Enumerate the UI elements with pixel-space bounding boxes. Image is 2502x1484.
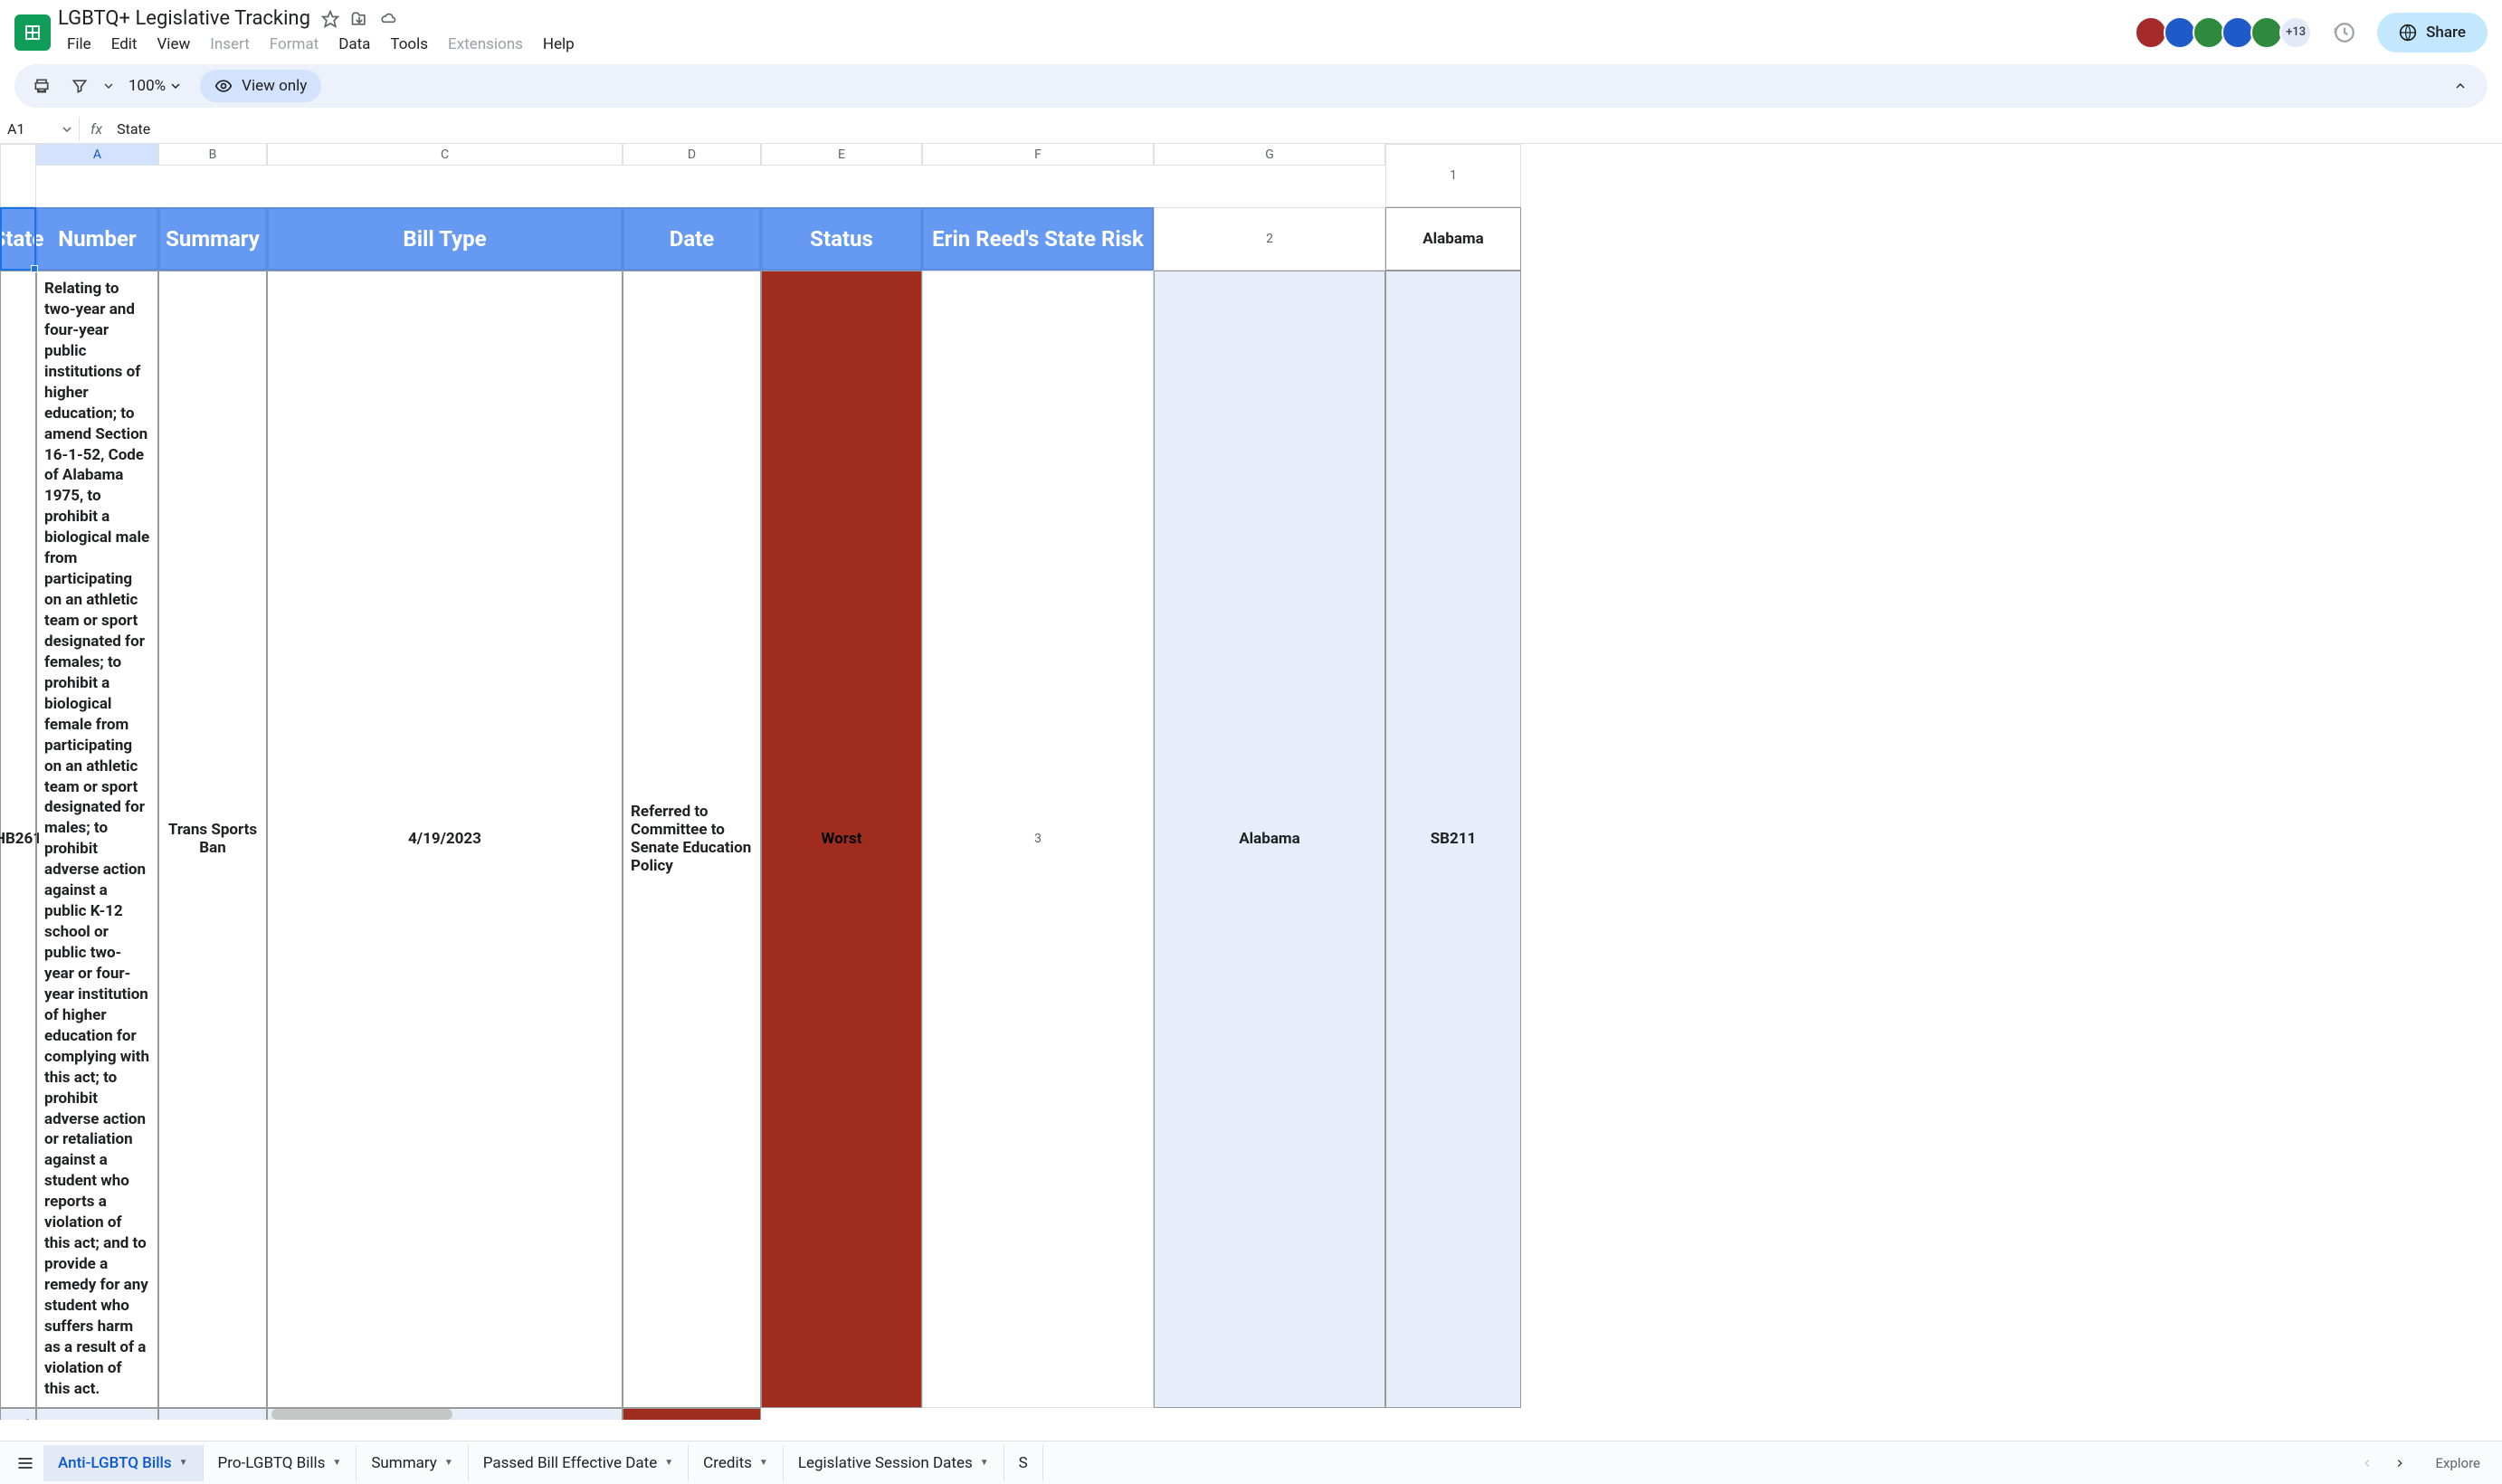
- move-icon[interactable]: [350, 10, 368, 28]
- sheet-tabs-bar: Anti-LGBTQ Bills▼Pro-LGBTQ Bills▼Summary…: [0, 1441, 2502, 1484]
- collapse-toolbar-icon[interactable]: [2444, 70, 2477, 102]
- menu-data[interactable]: Data: [329, 32, 379, 57]
- grid-container[interactable]: ABCDEFG1StateNumberSummaryBill TypeDateS…: [0, 144, 2502, 1420]
- print-icon[interactable]: [25, 70, 58, 102]
- header-cell[interactable]: Summary: [158, 207, 267, 271]
- menu-view[interactable]: View: [147, 32, 199, 57]
- view-only-badge[interactable]: View only: [200, 70, 321, 102]
- formula-input[interactable]: State: [113, 117, 2502, 141]
- header-cell[interactable]: Date: [623, 207, 761, 271]
- menu-tools[interactable]: Tools: [381, 32, 437, 57]
- tab-dropdown-icon[interactable]: ▼: [444, 1458, 453, 1468]
- data-cell[interactable]: Referred to Committee to Senate Educatio…: [623, 271, 761, 1408]
- tab-prev-icon[interactable]: [2353, 1449, 2382, 1478]
- menu-insert: Insert: [201, 32, 259, 57]
- data-cell[interactable]: 4/18/2023: [158, 1408, 267, 1420]
- sheet-tab[interactable]: Passed Bill Effective Date▼: [469, 1445, 689, 1481]
- tab-dropdown-icon[interactable]: ▼: [759, 1458, 768, 1468]
- select-all-corner[interactable]: [0, 144, 36, 207]
- horizontal-scrollbar[interactable]: [271, 1409, 452, 1420]
- avatar-more[interactable]: +13: [2279, 16, 2312, 49]
- tab-dropdown-icon[interactable]: ▼: [332, 1458, 341, 1468]
- col-header[interactable]: A: [36, 144, 158, 166]
- explore-button[interactable]: Explore: [2421, 1455, 2496, 1471]
- toolbar: 100% View only: [14, 64, 2488, 108]
- menu-extensions: Extensions: [439, 32, 532, 57]
- avatar[interactable]: [2164, 16, 2196, 49]
- header-cell[interactable]: Bill Type: [267, 207, 623, 271]
- sheet-tab[interactable]: Pro-LGBTQ Bills▼: [204, 1445, 357, 1481]
- header-cell[interactable]: Number: [36, 207, 158, 271]
- cloud-icon[interactable]: [379, 10, 397, 28]
- name-box[interactable]: A1: [0, 117, 80, 141]
- row-header[interactable]: 3: [922, 271, 1154, 1408]
- titlebar: LGBTQ+ Legislative Tracking FileEditView…: [0, 0, 2502, 64]
- data-cell[interactable]: Worst: [761, 271, 922, 1408]
- data-cell[interactable]: HB261: [0, 271, 36, 1408]
- col-header[interactable]: E: [761, 144, 922, 166]
- data-cell[interactable]: Relating to two-year and four-year publi…: [36, 271, 158, 1408]
- data-cell[interactable]: Trans Sports Ban: [36, 1408, 158, 1420]
- sheet-tab[interactable]: Summary▼: [357, 1445, 468, 1481]
- avatar[interactable]: [2221, 16, 2254, 49]
- tab-next-icon[interactable]: [2385, 1449, 2414, 1478]
- row-header[interactable]: 1: [1385, 144, 1521, 207]
- sheet-tab[interactable]: Anti-LGBTQ Bills▼: [43, 1445, 204, 1481]
- data-cell[interactable]: Alabama: [1154, 271, 1385, 1408]
- menu-edit[interactable]: Edit: [102, 32, 147, 57]
- star-icon[interactable]: [321, 10, 339, 28]
- collaborators: +13: [2138, 16, 2312, 49]
- header-cell[interactable]: Erin Reed's State Risk: [922, 207, 1154, 271]
- tab-nav: [2345, 1449, 2421, 1478]
- menubar: FileEditViewInsertFormatDataToolsExtensi…: [58, 32, 2131, 57]
- data-cell[interactable]: Trans Sports Ban: [158, 271, 267, 1408]
- filter-icon[interactable]: [63, 70, 96, 102]
- all-sheets-icon[interactable]: [7, 1445, 43, 1481]
- share-button[interactable]: Share: [2377, 13, 2488, 52]
- tab-dropdown-icon[interactable]: ▼: [664, 1458, 673, 1468]
- row-header[interactable]: 2: [1154, 207, 1385, 271]
- header-cell[interactable]: Status: [761, 207, 922, 271]
- history-icon[interactable]: [2326, 14, 2363, 51]
- zoom-selector[interactable]: 100%: [121, 77, 187, 95]
- sheet-tab[interactable]: S: [1004, 1445, 1043, 1481]
- col-header[interactable]: B: [158, 144, 267, 166]
- tab-dropdown-icon[interactable]: ▼: [179, 1458, 188, 1468]
- data-cell[interactable]: Worst: [623, 1408, 761, 1420]
- col-header[interactable]: D: [623, 144, 761, 166]
- sheet-tab[interactable]: Credits▼: [689, 1445, 784, 1481]
- doc-title[interactable]: LGBTQ+ Legislative Tracking: [58, 7, 310, 30]
- avatar[interactable]: [2135, 16, 2167, 49]
- filter-dropdown-icon[interactable]: [101, 70, 116, 102]
- col-header[interactable]: G: [1154, 144, 1385, 166]
- avatar[interactable]: [2193, 16, 2225, 49]
- tab-dropdown-icon[interactable]: ▼: [980, 1458, 989, 1468]
- menu-format: Format: [261, 32, 328, 57]
- share-label: Share: [2426, 24, 2466, 42]
- data-cell[interactable]: Relating to two-year and four-year publi…: [0, 1408, 36, 1420]
- fx-label: fx: [80, 120, 113, 138]
- avatar[interactable]: [2250, 16, 2283, 49]
- sheets-logo[interactable]: [14, 14, 51, 51]
- col-header[interactable]: C: [267, 144, 623, 166]
- menu-file[interactable]: File: [58, 32, 100, 57]
- col-header[interactable]: F: [922, 144, 1154, 166]
- header-cell[interactable]: State: [0, 207, 36, 271]
- data-cell[interactable]: 4/19/2023: [267, 271, 623, 1408]
- sheet-tab[interactable]: Legislative Session Dates▼: [784, 1445, 1004, 1481]
- menu-help[interactable]: Help: [534, 32, 584, 57]
- formula-bar: A1 fx State: [0, 115, 2502, 144]
- data-cell[interactable]: SB211: [1385, 271, 1521, 1408]
- data-cell[interactable]: Alabama: [1385, 207, 1521, 271]
